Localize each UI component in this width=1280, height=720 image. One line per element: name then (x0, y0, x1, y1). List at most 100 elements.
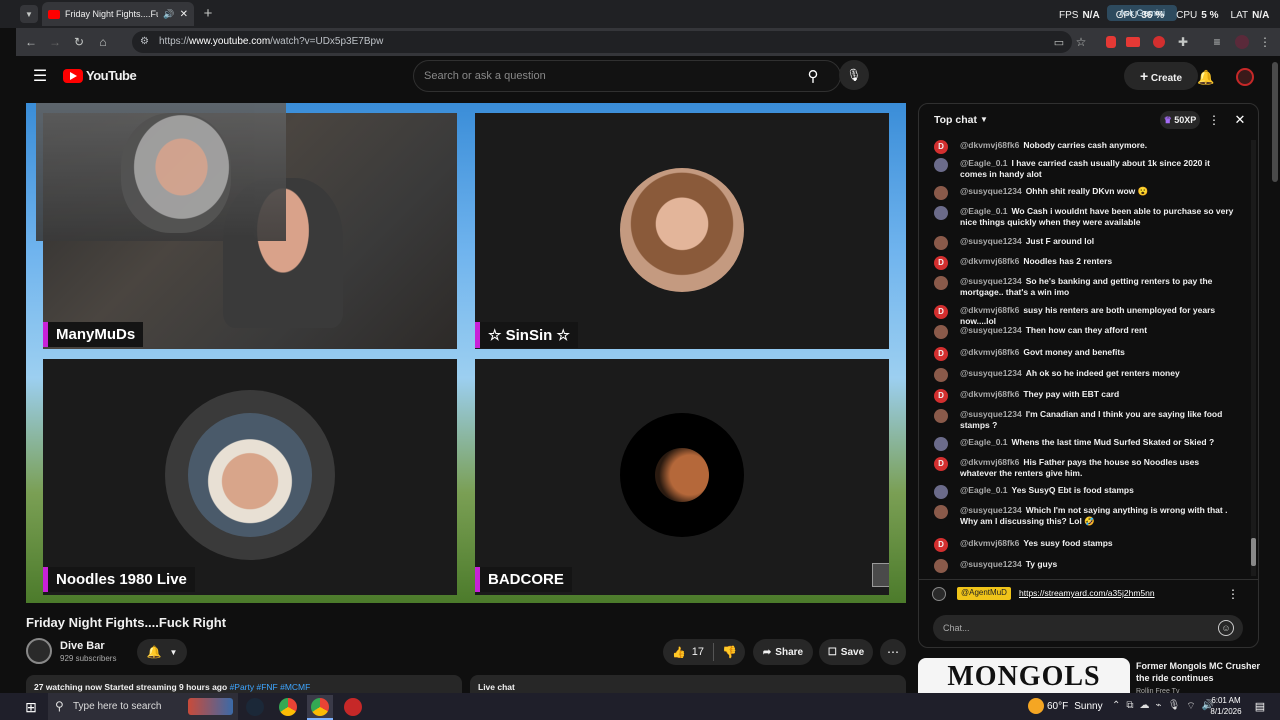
extension-icon[interactable] (1153, 36, 1165, 48)
emoji-icon[interactable]: ☺ (1218, 620, 1234, 636)
search-input[interactable]: Search or ask a question (413, 60, 841, 92)
hamburger-menu-icon[interactable]: ☰ (30, 66, 50, 86)
chat-user-avatar[interactable] (934, 186, 948, 200)
chat-username[interactable]: @susyque1234 (960, 186, 1022, 196)
chat-user-avatar[interactable]: D (934, 389, 948, 403)
app-icon[interactable] (344, 698, 362, 716)
recommended-title[interactable]: Former Mongols MC Crusher the ride conti… (1136, 660, 1266, 684)
chat-message[interactable]: D @dkvmvj68fk6 Noodles has 2 renters (933, 256, 1238, 270)
youtube-logo[interactable]: YouTube (63, 68, 137, 83)
like-button[interactable]: 👍 17 (663, 639, 713, 665)
chat-username[interactable]: @dkvmvj68fk6 (960, 305, 1019, 315)
chat-user-avatar[interactable]: D (934, 538, 948, 552)
chat-user-avatar[interactable]: D (934, 457, 948, 471)
chat-message[interactable]: @susyque1234 So he's banking and getting … (933, 276, 1238, 297)
chat-username[interactable]: @dkvmvj68fk6 (960, 256, 1019, 266)
new-tab-button[interactable]: + (200, 5, 216, 22)
chat-user-avatar[interactable]: D (934, 305, 948, 319)
chat-username[interactable]: @susyque1234 (960, 368, 1022, 378)
chat-user-avatar[interactable] (934, 505, 948, 519)
chat-message[interactable]: D @dkvmvj68fk6 susy his renters are both u… (933, 305, 1238, 326)
chat-username[interactable]: @dkvmvj68fk6 (960, 389, 1019, 399)
chat-username[interactable]: @dkvmvj68fk6 (960, 538, 1019, 548)
chat-message[interactable]: @susyque1234 Just F around lol (933, 236, 1238, 250)
cloud-icon[interactable]: ☁ (1140, 700, 1150, 713)
speaker-icon[interactable]: 🔊 (163, 9, 174, 20)
browser-menu-icon[interactable]: ⋮ (1258, 33, 1272, 51)
extensions-puzzle-icon[interactable]: ✚ (1174, 33, 1192, 51)
scrollbar-thumb[interactable] (1251, 538, 1256, 566)
reading-list-icon[interactable]: ≡ (1208, 33, 1226, 51)
forward-button[interactable]: → (46, 33, 64, 51)
cast-icon[interactable]: ▭ (1050, 33, 1068, 51)
clock[interactable]: 6:01 AM 8/1/2026 (1206, 695, 1246, 717)
home-button[interactable]: ⌂ (94, 33, 112, 51)
chat-user-avatar[interactable] (934, 206, 948, 220)
chat-username[interactable]: @dkvmvj68fk6 (960, 457, 1019, 467)
tab-close-icon[interactable]: ✕ (180, 9, 188, 20)
chat-username[interactable]: @Eagle_0.1 (960, 206, 1008, 216)
chat-user-avatar[interactable]: D (934, 140, 948, 154)
chat-message[interactable]: @Eagle_0.1 Wo Cash i wouldnt have been ab… (933, 206, 1238, 227)
back-button[interactable]: ← (22, 33, 40, 51)
page-scrollbar[interactable] (1272, 62, 1278, 182)
pinned-menu-icon[interactable]: ⋮ (1227, 586, 1239, 602)
network-icon[interactable]: ⧉ (1126, 700, 1133, 713)
chat-message[interactable]: @susyque1234 Ty guys (933, 559, 1238, 573)
chat-user-avatar[interactable] (934, 236, 948, 250)
hashtags[interactable]: #Party #FNF #MCMF (230, 682, 311, 692)
dislike-button[interactable]: 👎 (714, 639, 745, 665)
chat-message[interactable]: @Eagle_0.1 Yes SusyQ Ebt is food stamps (933, 485, 1238, 499)
chat-user-avatar[interactable] (934, 368, 948, 382)
chat-user-avatar[interactable]: D (934, 256, 948, 270)
search-button[interactable]: ⚲ (798, 60, 828, 92)
weather-widget[interactable]: 60°F Sunny (1047, 701, 1103, 712)
chat-username[interactable]: @dkvmvj68fk6 (960, 347, 1019, 357)
chat-message[interactable]: @susyque1234 Which I'm not saying anythin… (933, 505, 1238, 526)
chat-message[interactable]: @susyque1234 Ah ok so he indeed get rente… (933, 368, 1238, 382)
chat-message[interactable]: @Eagle_0.1 Whens the last time Mud Surfed… (933, 437, 1238, 451)
video-description[interactable]: 27 watching now Started streaming 9 hour… (26, 675, 462, 693)
chat-user-avatar[interactable]: D (934, 347, 948, 361)
usb-icon[interactable]: ⌁ (1156, 700, 1162, 713)
chat-message[interactable]: D @dkvmvj68fk6 They pay with EBT card (933, 389, 1238, 403)
chat-username[interactable]: @susyque1234 (960, 559, 1022, 569)
chat-message[interactable]: D @dkvmvj68fk6 His Father pays the house s… (933, 457, 1238, 478)
chat-user-avatar[interactable] (934, 485, 948, 499)
account-avatar[interactable] (1236, 68, 1254, 86)
chat-message[interactable]: D @dkvmvj68fk6 Yes susy food stamps (933, 538, 1238, 552)
chat-username[interactable]: @susyque1234 (960, 505, 1022, 515)
channel-name[interactable]: Dive Bar (60, 640, 105, 652)
close-chat-icon[interactable]: ✕ (1231, 111, 1249, 129)
address-field[interactable]: ⚙ https://www.youtube.com/watch?v=UDx5p3… (132, 31, 1072, 53)
active-chrome-taskbar-button[interactable] (307, 695, 333, 720)
chat-username[interactable]: @susyque1234 (960, 409, 1022, 419)
chat-user-avatar[interactable] (934, 409, 948, 423)
reload-button[interactable]: ↻ (70, 33, 88, 51)
chat-message[interactable]: @Eagle_0.1 I have carried cash usually ab… (933, 158, 1238, 179)
mic-icon[interactable]: 🎙 (1168, 700, 1181, 713)
chat-message[interactable]: D @dkvmvj68fk6 Nobody carries cash anymore… (933, 140, 1238, 154)
voice-search-button[interactable]: 🎙 (839, 60, 869, 90)
chat-message[interactable]: @susyque1234 Ohhh shit really DKvn wow 😮 (933, 186, 1238, 200)
chat-menu-icon[interactable]: ⋮ (1208, 112, 1220, 128)
chrome-icon[interactable] (279, 698, 297, 716)
browser-tab-active[interactable]: Friday Night Fights....Fuck R 🔊 ✕ (42, 2, 194, 26)
windows-start-icon[interactable]: ⊞ (22, 698, 40, 716)
chat-scrollbar[interactable] (1251, 140, 1256, 576)
chat-username[interactable]: @susyque1234 (960, 325, 1022, 335)
site-info-icon[interactable]: ⚙ (140, 31, 149, 53)
tray-chevron-icon[interactable]: ⌃ (1112, 700, 1120, 713)
create-button[interactable]: + Create (1124, 62, 1198, 90)
chat-user-avatar[interactable] (934, 158, 948, 172)
chat-message[interactable]: @susyque1234 Then how can they afford ren… (933, 325, 1238, 339)
chat-user-avatar[interactable] (934, 559, 948, 573)
channel-avatar[interactable] (26, 638, 52, 664)
chat-message[interactable]: @susyque1234 I'm Canadian and I think you… (933, 409, 1238, 430)
profile-avatar[interactable] (1235, 35, 1249, 49)
bookmark-star-icon[interactable]: ☆ (1072, 33, 1090, 51)
extension-icon[interactable] (1126, 37, 1140, 47)
xp-badge[interactable]: ♛ 50XP (1160, 111, 1200, 129)
save-button[interactable]: ☐ Save (819, 639, 873, 665)
share-button[interactable]: ➦ Share (753, 639, 813, 665)
